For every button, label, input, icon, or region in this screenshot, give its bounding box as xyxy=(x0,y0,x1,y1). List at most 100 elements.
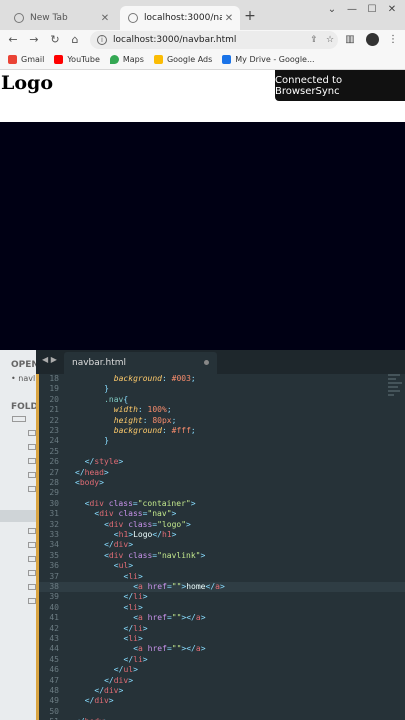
line-source[interactable]: <div class="logo"> xyxy=(104,520,191,530)
code-line[interactable]: 48 </div> xyxy=(39,686,405,696)
file-icon[interactable] xyxy=(28,556,36,562)
share-icon[interactable]: ⇪ xyxy=(306,35,322,45)
code-line[interactable]: 43 <li> xyxy=(39,634,405,644)
back-arrow-icon[interactable]: ← xyxy=(6,32,20,48)
line-source[interactable]: <div class="nav"> xyxy=(94,509,176,519)
code-line[interactable]: 18 background: #003; xyxy=(39,374,405,384)
forward-arrow-icon[interactable]: → xyxy=(27,32,41,48)
code-line[interactable]: 39 </li> xyxy=(39,592,405,602)
file-icon[interactable] xyxy=(28,528,36,534)
tab-localhost[interactable]: localhost:3000/navbar.html ✕ xyxy=(120,6,240,30)
line-source[interactable]: <a href=""></a> xyxy=(133,644,205,654)
editor-tab-navbar[interactable]: navbar.html xyxy=(64,352,217,374)
line-source[interactable]: <ul> xyxy=(114,561,133,571)
tab-scroll-arrows-icon[interactable]: ◀ ▶ xyxy=(42,355,57,364)
code-line[interactable]: 34 </div> xyxy=(39,540,405,550)
line-source[interactable]: </li> xyxy=(124,592,148,602)
code-line[interactable]: 45 </li> xyxy=(39,655,405,665)
line-source[interactable]: <body> xyxy=(75,478,104,488)
code-line[interactable]: 35 <div class="navlink"> xyxy=(39,551,405,561)
code-line[interactable]: 38 <a href="">home</a> xyxy=(39,582,405,593)
minimap[interactable] xyxy=(388,374,405,424)
code-line[interactable]: 37 <li> xyxy=(39,572,405,582)
file-icon[interactable] xyxy=(28,542,36,548)
line-source[interactable]: .nav{ xyxy=(104,395,128,405)
close-icon[interactable]: ✕ xyxy=(98,13,112,24)
line-source[interactable]: </li> xyxy=(124,655,148,665)
line-source[interactable]: </style> xyxy=(85,457,124,467)
code-line[interactable]: 46 </ul> xyxy=(39,665,405,675)
file-icon[interactable] xyxy=(28,598,36,604)
code-line[interactable]: 40 <li> xyxy=(39,603,405,613)
file-icon[interactable] xyxy=(28,430,36,436)
code-line[interactable]: 27 </head> xyxy=(39,468,405,478)
url-text[interactable]: localhost:3000/navbar.html xyxy=(113,35,306,45)
line-source[interactable]: </head> xyxy=(75,468,109,478)
code-line[interactable]: 30 <div class="container"> xyxy=(39,499,405,509)
line-source[interactable]: <li> xyxy=(124,603,143,613)
bookmark-drive[interactable]: My Drive - Google... xyxy=(222,55,315,64)
line-source[interactable]: <li> xyxy=(124,572,143,582)
code-line[interactable]: 44 <a href=""></a> xyxy=(39,644,405,654)
tab-new-tab[interactable]: New Tab ✕ xyxy=(6,6,116,30)
code-line[interactable]: 21 width: 100%; xyxy=(39,405,405,415)
bookmark-google-ads[interactable]: Google Ads xyxy=(153,55,212,64)
file-icon[interactable] xyxy=(28,486,36,492)
bookmark-gmail[interactable]: Gmail xyxy=(8,55,44,64)
menu-icon[interactable]: ⋮ xyxy=(386,32,400,48)
code-line[interactable]: 19} xyxy=(39,384,405,394)
code-line[interactable]: 20 .nav{ xyxy=(39,395,405,405)
new-tab-button[interactable]: + xyxy=(242,8,258,24)
code-line[interactable]: 26 </style> xyxy=(39,457,405,467)
code-line[interactable]: 33 <h1>Logo</h1> xyxy=(39,530,405,540)
code-line[interactable]: 32 <div class="logo"> xyxy=(39,520,405,530)
line-source[interactable]: </div> xyxy=(85,696,114,706)
code-line[interactable]: 47 </div> xyxy=(39,676,405,686)
line-source[interactable]: </div> xyxy=(104,540,133,550)
line-source[interactable]: background: #fff; xyxy=(114,426,196,436)
code-area[interactable]: 18 background: #003; 19} 20 .nav{21 width: 10… xyxy=(39,374,405,720)
line-source[interactable]: } xyxy=(104,384,109,394)
code-line[interactable]: 22 height: 80px; xyxy=(39,416,405,426)
info-icon[interactable]: i xyxy=(97,35,107,45)
code-line[interactable]: 24} xyxy=(39,436,405,446)
bookmark-maps[interactable]: Maps xyxy=(109,55,144,64)
code-line[interactable]: 42 </li> xyxy=(39,624,405,634)
minimize-icon[interactable]: — xyxy=(342,4,362,15)
chevron-down-icon[interactable]: ⌄ xyxy=(322,4,342,15)
unsaved-dot-icon[interactable] xyxy=(204,360,209,365)
line-source[interactable]: } xyxy=(104,436,109,446)
line-source[interactable]: height: 80px; xyxy=(114,416,177,426)
code-line[interactable]: 31 <div class="nav"> xyxy=(39,509,405,519)
file-icon[interactable] xyxy=(28,584,36,590)
folder-icon[interactable] xyxy=(12,416,26,422)
line-source[interactable]: </div> xyxy=(104,676,133,686)
line-source[interactable]: </div> xyxy=(94,686,123,696)
selected-file-row[interactable] xyxy=(0,510,36,522)
line-source[interactable]: </li> xyxy=(124,624,148,634)
side-panel-icon[interactable]: ▥ xyxy=(343,32,357,48)
line-source[interactable]: background: #003; xyxy=(114,374,196,384)
open-file-item[interactable]: • navl xyxy=(11,374,35,383)
file-icon[interactable] xyxy=(28,472,36,478)
address-bar[interactable]: i localhost:3000/navbar.html ⇪ ☆ xyxy=(90,31,338,49)
home-icon[interactable]: ⌂ xyxy=(68,32,82,48)
file-icon[interactable] xyxy=(28,444,36,450)
file-icon[interactable] xyxy=(28,458,36,464)
star-icon[interactable]: ☆ xyxy=(322,35,338,45)
file-icon[interactable] xyxy=(28,570,36,576)
code-line[interactable]: 28 <body> xyxy=(39,478,405,488)
bookmark-youtube[interactable]: YouTube xyxy=(54,55,100,64)
line-source[interactable]: <a href="">home</a> xyxy=(133,582,225,592)
close-icon[interactable]: ✕ xyxy=(222,13,236,24)
reload-icon[interactable]: ↻ xyxy=(48,32,62,48)
code-line[interactable]: 25 xyxy=(39,447,405,457)
close-window-icon[interactable]: ✕ xyxy=(382,4,402,15)
line-source[interactable]: <div class="navlink"> xyxy=(104,551,205,561)
code-line[interactable]: 41 <a href=""></a> xyxy=(39,613,405,623)
code-line[interactable]: 49 </div> xyxy=(39,696,405,706)
line-source[interactable]: <a href=""></a> xyxy=(133,613,205,623)
line-source[interactable]: <div class="container"> xyxy=(85,499,196,509)
code-line[interactable]: 29 xyxy=(39,488,405,498)
maximize-icon[interactable]: ☐ xyxy=(362,4,382,15)
